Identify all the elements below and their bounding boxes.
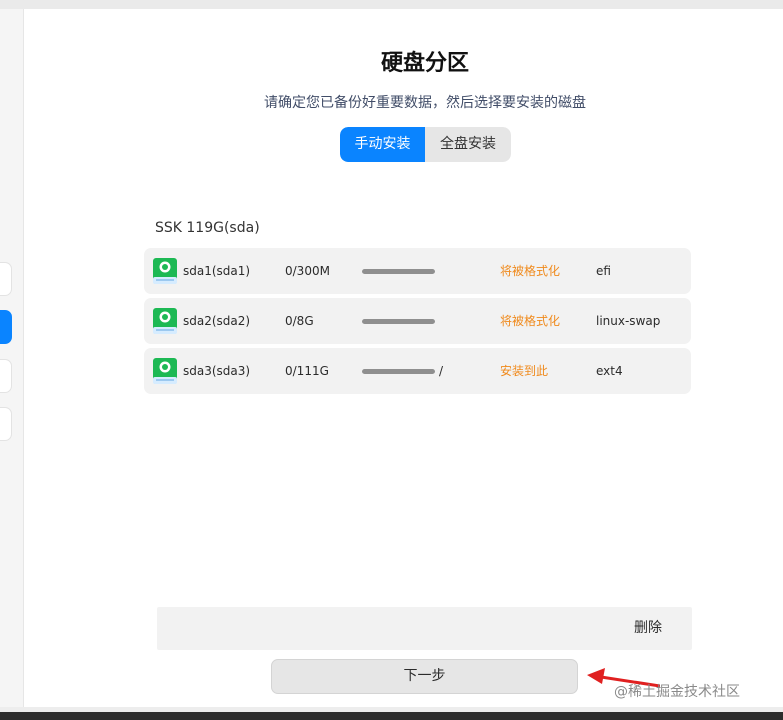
partition-filesystem: linux-swap <box>596 314 661 328</box>
watermark: @稀土掘金技术社区 <box>614 684 740 700</box>
partition-name: sda3(sda3) <box>183 364 251 378</box>
partition-name: sda1(sda1) <box>183 264 251 278</box>
partition-row[interactable]: sda3(sda3) 0/111G / 安装到此 ext4 <box>144 348 691 394</box>
sidebar-step-1[interactable] <box>0 262 12 296</box>
delete-button[interactable]: 删除 <box>634 607 662 650</box>
disk-icon <box>153 258 177 284</box>
install-mode-switch: 手动安装 全盘安装 <box>340 127 511 162</box>
partition-usage: 0/111G <box>285 364 329 378</box>
main-panel: 硬盘分区 请确定您已备份好重要数据，然后选择要安装的磁盘 手动安装 全盘安装 S… <box>24 9 783 707</box>
partition-toolbar: 删除 <box>157 607 692 650</box>
partition-usage-bar <box>362 319 435 324</box>
partition-filesystem: ext4 <box>596 364 623 378</box>
partition-row[interactable]: sda2(sda2) 0/8G 将被格式化 linux-swap <box>144 298 691 344</box>
partition-action-status: 将被格式化 <box>500 314 561 328</box>
partition-filesystem: efi <box>596 264 611 278</box>
full-disk-install-tab[interactable]: 全盘安装 <box>425 127 511 162</box>
taskbar <box>0 712 783 720</box>
sidebar-step-4[interactable] <box>0 407 12 441</box>
page-title: 硬盘分区 <box>380 51 469 76</box>
next-button[interactable]: 下一步 <box>271 659 578 694</box>
partition-action-status: 将被格式化 <box>500 264 561 278</box>
partition-action-status: 安装到此 <box>500 364 549 378</box>
partition-usage-bar-fill <box>362 319 435 324</box>
disk-icon <box>153 358 177 384</box>
partition-usage: 0/300M <box>285 264 330 278</box>
window-top-strip <box>0 0 783 9</box>
partition-mount-point: / <box>439 364 444 378</box>
sidebar-step-3[interactable] <box>0 359 12 393</box>
partition-usage-bar-fill <box>362 269 435 274</box>
partition-name: sda2(sda2) <box>183 314 251 328</box>
disk-icon <box>153 308 177 334</box>
partition-usage-bar-fill <box>362 369 435 374</box>
manual-install-tab[interactable]: 手动安装 <box>340 127 425 162</box>
partition-row[interactable]: sda1(sda1) 0/300M 将被格式化 efi <box>144 248 691 294</box>
disk-label: SSK 119G(sda) <box>155 220 260 236</box>
step-sidebar <box>0 9 24 707</box>
partition-usage-bar <box>362 269 435 274</box>
page-subtitle: 请确定您已备份好重要数据，然后选择要安装的磁盘 <box>264 95 586 111</box>
partition-usage: 0/8G <box>285 314 314 328</box>
partition-usage-bar <box>362 369 435 374</box>
sidebar-step-active[interactable] <box>0 310 12 344</box>
